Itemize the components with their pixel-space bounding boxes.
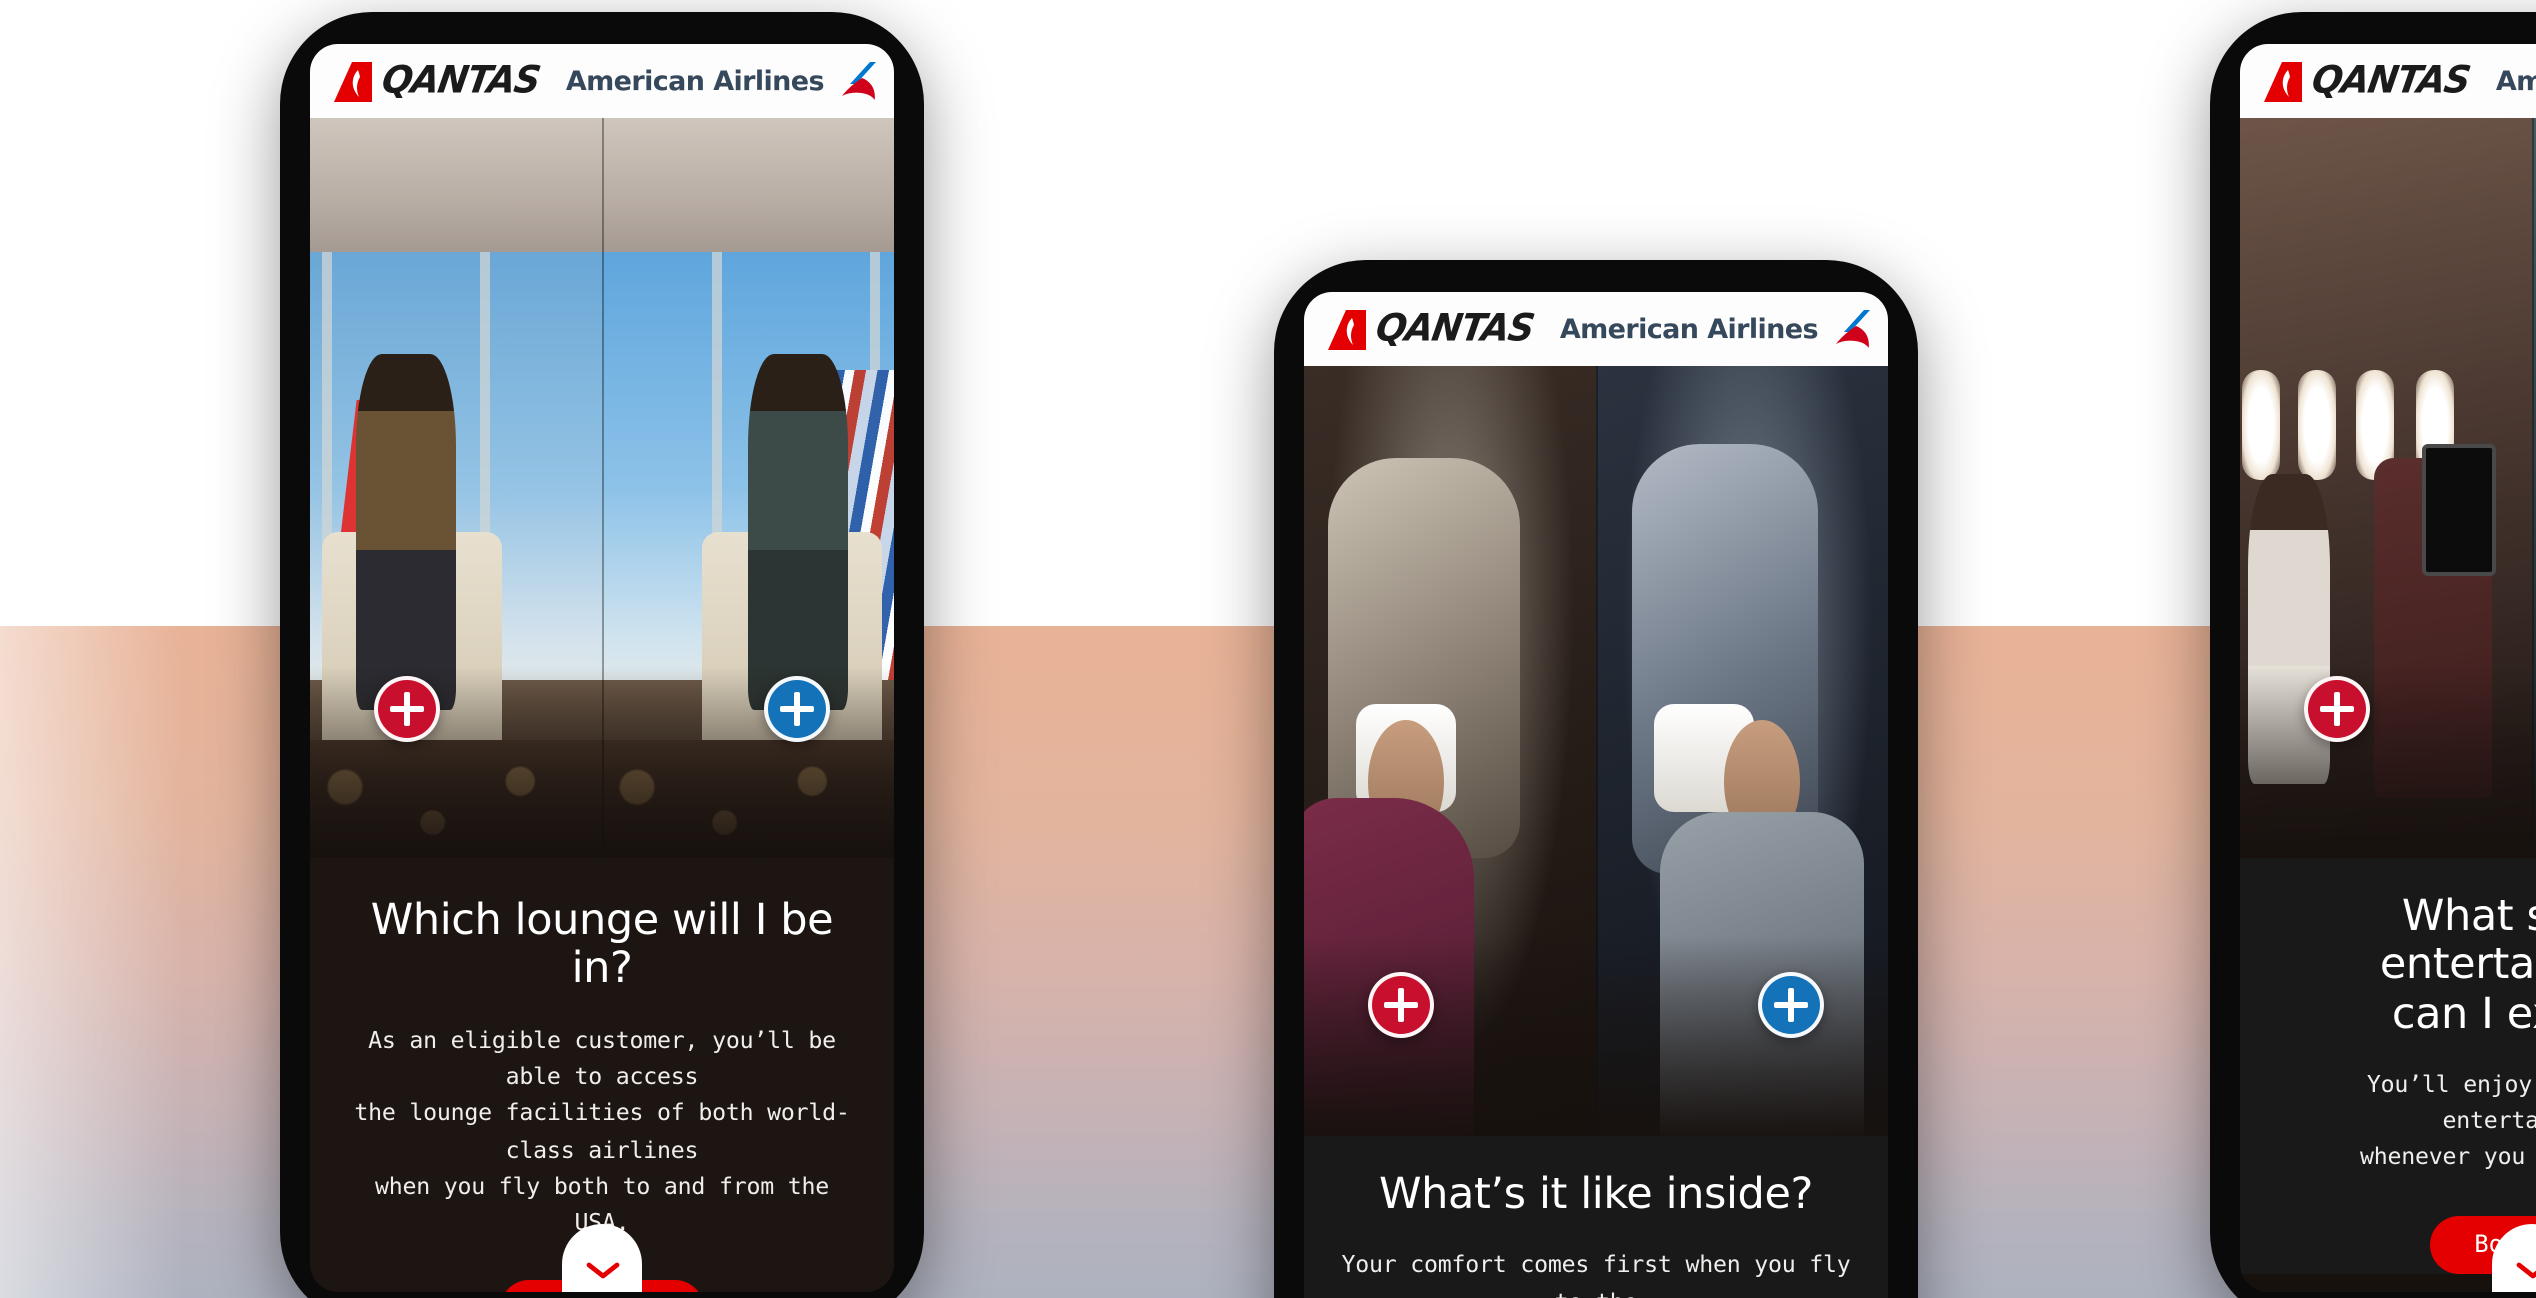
entertainment-headline-line-2: can I expect? xyxy=(2391,989,2536,1040)
phone-lounge: QANTAS American Airlines Which lounge wi… xyxy=(280,12,924,1298)
entertainment-body-line-1: You’ll enjoy world-class entertainment xyxy=(2366,1069,2536,1135)
qantas-wordmark: QANTAS xyxy=(378,57,543,102)
hotspot-plus-qantas[interactable] xyxy=(374,676,440,742)
brand-header: QANTAS American Airlines xyxy=(310,44,894,118)
qantas-logo[interactable]: QANTAS xyxy=(328,57,543,103)
qantas-kangaroo-icon xyxy=(1322,307,1374,351)
phone-entertainment-screen: QANTAS American Airlines xyxy=(2240,44,2536,1292)
american-airlines-wordmark: American Airlines xyxy=(2495,65,2536,97)
american-airlines-wordmark: American Airlines xyxy=(565,65,825,97)
inside-body-text: Your comfort comes first when you fly to… xyxy=(1336,1247,1856,1298)
lounge-headline: Which lounge will I be in? xyxy=(370,896,834,995)
chevron-down-icon xyxy=(2515,1249,2536,1278)
american-airlines-wordmark: American Airlines xyxy=(1559,313,1819,345)
entertainment-body-text: You’ll enjoy world-class entertainment w… xyxy=(2272,1066,2536,1176)
qantas-wordmark: QANTAS xyxy=(2308,57,2473,102)
inside-body-line-1: Your comfort comes first when you fly to… xyxy=(1341,1250,1851,1298)
chevron-down-icon xyxy=(585,1249,619,1278)
qantas-kangaroo-icon xyxy=(328,59,380,103)
lounge-body-text: As an eligible customer, you’ll be able … xyxy=(342,1021,862,1241)
entertainment-body-line-2: whenever you fly with us. xyxy=(2359,1142,2536,1171)
entertainment-headline-line-1: What sort of entertainment xyxy=(2379,892,2536,991)
lounge-hero-image xyxy=(310,118,894,858)
qantas-logo[interactable]: QANTAS xyxy=(1322,305,1537,351)
phone-lounge-screen: QANTAS American Airlines Which lounge wi… xyxy=(310,44,894,1292)
phone-inside-screen: QANTAS American Airlines What’s it like … xyxy=(1304,292,1888,1298)
hotspot-plus-qantas[interactable] xyxy=(2304,676,2370,742)
entertainment-headline: What sort of entertainment can I expect? xyxy=(2272,892,2536,1040)
american-airlines-logo[interactable]: American Airlines xyxy=(1560,307,1870,351)
qantas-kangaroo-icon xyxy=(2258,59,2310,103)
qantas-logo[interactable]: QANTAS xyxy=(2258,57,2473,103)
lounge-body-line-2: the lounge facilities of both world-clas… xyxy=(354,1098,850,1163)
american-airlines-logo[interactable]: American Airlines xyxy=(566,59,876,103)
qantas-wordmark: QANTAS xyxy=(1372,305,1537,350)
american-airlines-logo[interactable]: American Airlines xyxy=(2496,59,2536,103)
entertainment-hero-image xyxy=(2240,118,2536,858)
lounge-body-line-1: As an eligible customer, you’ll be able … xyxy=(368,1025,836,1090)
inside-hero-image xyxy=(1304,366,1888,1136)
hotspot-plus-american[interactable] xyxy=(1758,972,1824,1038)
brand-header: QANTAS American Airlines xyxy=(2240,44,2536,118)
hotspot-plus-american[interactable] xyxy=(764,676,830,742)
phone-inside: QANTAS American Airlines What’s it like … xyxy=(1274,260,1918,1298)
inside-content: What’s it like inside? Your comfort come… xyxy=(1304,1136,1888,1298)
entertainment-content: What sort of entertainment can I expect?… xyxy=(2240,858,2536,1274)
phone-entertainment: QANTAS American Airlines xyxy=(2210,12,2536,1298)
hero-bottom-fade xyxy=(2240,665,2536,858)
inside-headline: What’s it like inside? xyxy=(1379,1170,1813,1220)
american-airlines-eagle-tail-icon xyxy=(830,59,876,103)
hotspot-plus-qantas[interactable] xyxy=(1368,972,1434,1038)
brand-header: QANTAS American Airlines xyxy=(1304,292,1888,366)
sky-left-fade xyxy=(0,626,184,1298)
american-airlines-eagle-tail-icon xyxy=(1824,307,1870,351)
